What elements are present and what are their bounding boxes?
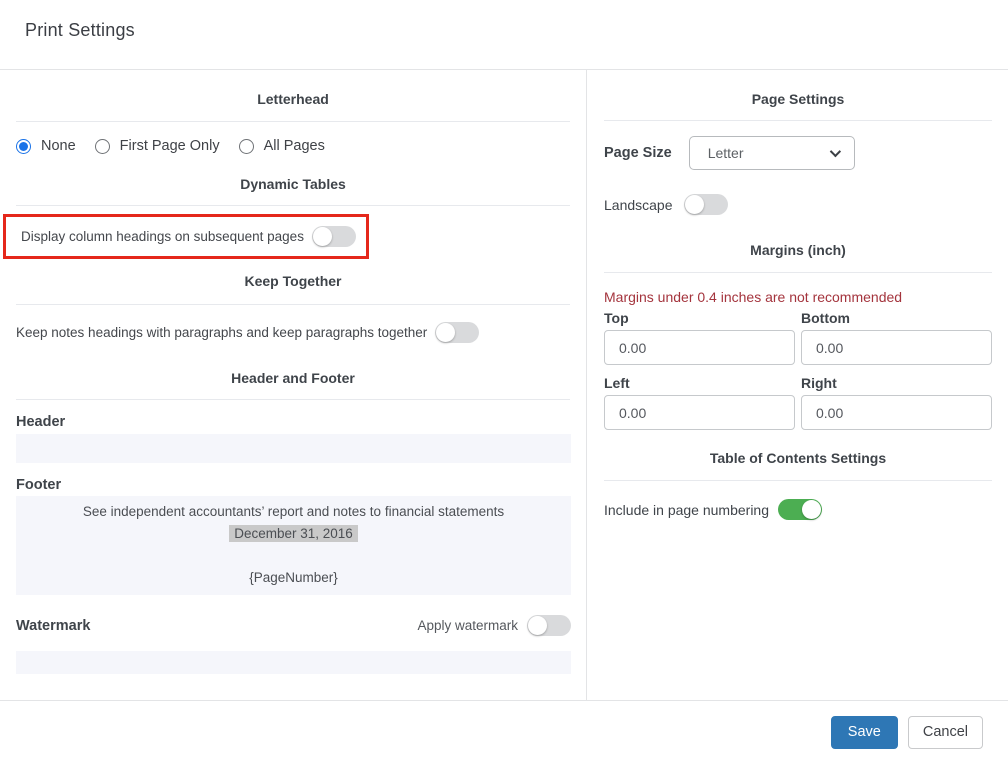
dynamic-tables-heading: Dynamic Tables [16, 176, 570, 192]
action-bar: Save Cancel [0, 700, 1008, 763]
section-divider [16, 205, 570, 206]
margin-field-left: Left [604, 375, 795, 430]
footer-text-line: See independent accountants’ report and … [16, 501, 571, 523]
keep-together-toggle[interactable] [435, 322, 479, 343]
keep-together-row: Keep notes headings with paragraphs and … [16, 322, 570, 343]
radio-label: First Page Only [120, 138, 220, 154]
keep-together-heading: Keep Together [16, 273, 570, 289]
landscape-toggle[interactable] [684, 194, 728, 215]
radio-icon[interactable] [95, 139, 110, 154]
main-content: Letterhead None First Page Only All Page… [0, 70, 1008, 700]
display-column-headings-label: Display column headings on subsequent pa… [21, 229, 304, 244]
radio-icon[interactable] [239, 139, 254, 154]
letterhead-option-all-pages[interactable]: All Pages [239, 138, 325, 154]
margin-field-bottom: Bottom [801, 310, 992, 365]
annotation-highlight-box: Display column headings on subsequent pa… [3, 214, 369, 259]
footer-empty-line [16, 545, 571, 567]
radio-label: None [41, 138, 76, 154]
header-input[interactable] [16, 434, 571, 463]
apply-watermark-group: Apply watermark [417, 615, 571, 636]
letterhead-options: None First Page Only All Pages [16, 138, 570, 154]
header-footer-heading: Header and Footer [16, 370, 570, 386]
include-page-numbering-toggle[interactable] [778, 499, 822, 520]
toc-settings-heading: Table of Contents Settings [604, 450, 992, 466]
margin-bottom-input[interactable] [801, 330, 992, 365]
page-settings-heading: Page Settings [604, 91, 992, 107]
keep-together-label: Keep notes headings with paragraphs and … [16, 325, 427, 340]
page-size-row: Page Size Letter [604, 136, 992, 170]
title-bar: Print Settings [0, 0, 1008, 70]
include-page-numbering-label: Include in page numbering [604, 502, 769, 518]
margin-field-top: Top [604, 310, 795, 365]
margin-right-input[interactable] [801, 395, 992, 430]
radio-label: All Pages [264, 138, 325, 154]
cancel-button[interactable]: Cancel [908, 716, 983, 749]
margin-right-label: Right [801, 375, 992, 391]
footer-date-line: December 31, 2016 [16, 523, 571, 545]
footer-label: Footer [16, 477, 570, 493]
chevron-down-icon [829, 146, 840, 157]
footer-pagenumber-line: {PageNumber} [16, 567, 571, 589]
margin-top-input[interactable] [604, 330, 795, 365]
toc-page-numbering-row: Include in page numbering [604, 499, 992, 520]
section-divider [604, 120, 992, 121]
section-divider [16, 121, 570, 122]
margin-bottom-label: Bottom [801, 310, 992, 326]
footer-date-highlight: December 31, 2016 [229, 525, 358, 542]
display-column-headings-toggle[interactable] [312, 226, 356, 247]
save-button[interactable]: Save [831, 716, 898, 749]
margin-top-label: Top [604, 310, 795, 326]
page-title: Print Settings [25, 20, 1008, 41]
margin-left-label: Left [604, 375, 795, 391]
apply-watermark-label: Apply watermark [417, 618, 518, 633]
margin-left-input[interactable] [604, 395, 795, 430]
landscape-label: Landscape [604, 197, 673, 213]
margins-warning-text: Margins under 0.4 inches are not recomme… [604, 289, 992, 305]
margin-field-right: Right [801, 375, 992, 430]
letterhead-heading: Letterhead [16, 91, 570, 107]
section-divider [16, 399, 570, 400]
section-divider [604, 272, 992, 273]
radio-icon[interactable] [16, 139, 31, 154]
section-divider [16, 304, 570, 305]
landscape-row: Landscape [604, 194, 992, 215]
watermark-row: Watermark Apply watermark [16, 615, 571, 636]
watermark-label: Watermark [16, 618, 90, 634]
letterhead-option-first-page-only[interactable]: First Page Only [95, 138, 220, 154]
footer-input[interactable]: See independent accountants’ report and … [16, 496, 571, 595]
print-settings-dialog: Print Settings Letterhead None First Pag… [0, 0, 1008, 763]
letterhead-option-none[interactable]: None [16, 138, 76, 154]
watermark-input[interactable] [16, 651, 571, 674]
page-size-label: Page Size [604, 145, 672, 161]
section-divider [604, 480, 992, 481]
margins-grid: Top Bottom Left Right [604, 310, 992, 430]
margins-heading: Margins (inch) [604, 242, 992, 258]
header-label: Header [16, 414, 570, 430]
right-column: Page Settings Page Size Letter Landscape… [587, 70, 1008, 700]
left-column: Letterhead None First Page Only All Page… [0, 70, 587, 700]
page-size-select[interactable]: Letter [689, 136, 855, 170]
page-size-value: Letter [708, 145, 744, 161]
apply-watermark-toggle[interactable] [527, 615, 571, 636]
